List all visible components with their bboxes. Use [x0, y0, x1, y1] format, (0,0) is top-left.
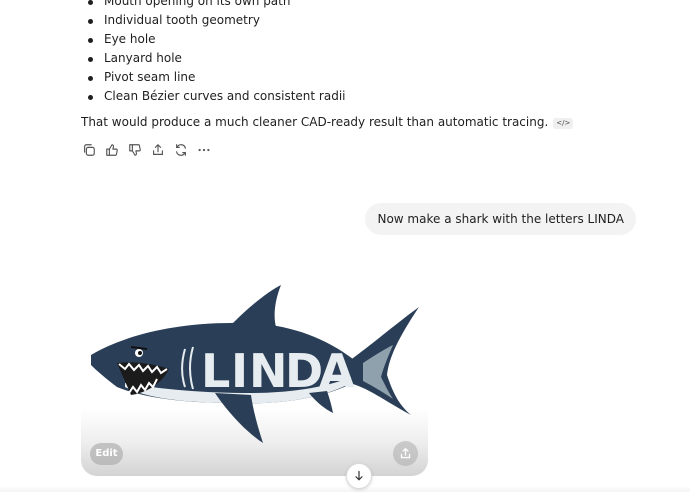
list-item: Pivot seam line: [81, 68, 346, 87]
letter: I: [231, 344, 248, 398]
generated-image-card[interactable]: L I N D A Edit: [81, 265, 428, 476]
message-actions: [81, 142, 212, 158]
list-item: Eye hole: [81, 30, 346, 49]
thumbs-down-icon: [129, 144, 141, 156]
edit-image-button[interactable]: Edit: [90, 443, 123, 465]
share-image-button[interactable]: [393, 441, 418, 466]
share-button[interactable]: [150, 142, 166, 158]
letter: A: [319, 344, 355, 398]
copy-button[interactable]: [81, 142, 97, 158]
thumbs-down-button[interactable]: [127, 142, 143, 158]
share-icon: [400, 447, 411, 459]
list-item: Mouth opening on its own path: [81, 0, 346, 11]
code-chip[interactable]: </>: [553, 118, 574, 129]
more-options-button[interactable]: [196, 142, 212, 158]
assistant-summary: That would produce a much cleaner CAD-re…: [81, 114, 574, 130]
more-icon: [198, 148, 210, 152]
assistant-bullet-list: Mouth opening on its own path Individual…: [81, 0, 346, 106]
copy-icon: [84, 144, 95, 156]
thumbs-up-icon: [106, 144, 118, 156]
regenerate-button[interactable]: [173, 142, 189, 158]
summary-text: That would produce a much cleaner CAD-re…: [81, 115, 549, 129]
bottom-fade: [0, 486, 690, 492]
list-item: Individual tooth geometry: [81, 11, 346, 30]
dorsal-fin: [233, 285, 281, 327]
regenerate-icon: [176, 144, 186, 156]
scroll-to-bottom-button[interactable]: [346, 463, 372, 489]
share-icon: [153, 143, 163, 155]
shark-image: L I N D A: [91, 285, 419, 443]
thumbs-up-button[interactable]: [104, 142, 120, 158]
list-item: Lanyard hole: [81, 49, 346, 68]
user-message-bubble: Now make a shark with the letters LINDA: [365, 203, 636, 235]
letter: D: [285, 344, 323, 398]
letter: L: [201, 344, 230, 398]
arrow-down-icon: [355, 470, 363, 481]
letter: N: [249, 344, 288, 398]
list-item: Clean Bézier curves and consistent radii: [81, 87, 346, 106]
shark-lettering: L I N D A: [201, 344, 355, 398]
